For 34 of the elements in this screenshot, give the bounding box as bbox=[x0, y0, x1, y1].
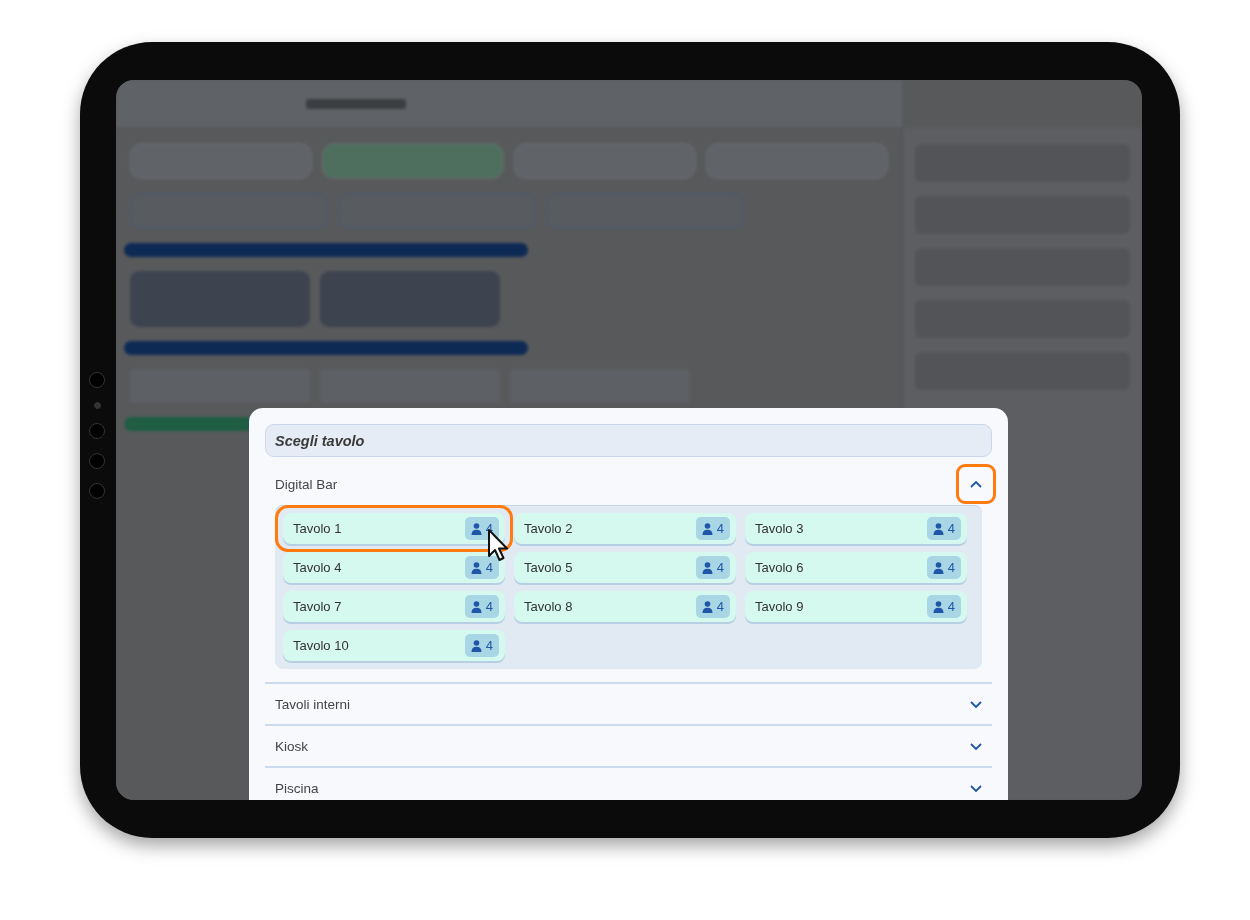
table-button[interactable]: Tavolo 10 4 bbox=[283, 630, 505, 661]
person-icon bbox=[470, 600, 482, 613]
person-icon bbox=[932, 561, 944, 574]
section-label: Tavoli interni bbox=[275, 696, 351, 712]
table-button[interactable]: Tavolo 5 4 bbox=[514, 552, 736, 583]
section-toggle[interactable] bbox=[956, 464, 996, 504]
section-label: Digital Bar bbox=[275, 476, 338, 492]
person-icon bbox=[470, 639, 482, 652]
section-label: Piscina bbox=[275, 780, 319, 796]
person-icon bbox=[470, 561, 482, 574]
person-icon bbox=[470, 522, 482, 535]
table-button[interactable]: Tavolo 6 4 bbox=[745, 552, 967, 583]
person-icon bbox=[932, 600, 944, 613]
person-icon bbox=[701, 522, 713, 535]
table-button[interactable]: Tavolo 9 4 bbox=[745, 591, 967, 622]
person-icon bbox=[932, 522, 944, 535]
seats-badge: 4 bbox=[926, 517, 961, 540]
person-icon bbox=[701, 600, 713, 613]
dialog-title: Scegli tavolo bbox=[265, 424, 992, 457]
person-icon bbox=[701, 561, 713, 574]
table-button[interactable]: Tavolo 2 4 bbox=[514, 513, 736, 544]
seats-badge: 4 bbox=[464, 634, 499, 657]
section-label: Kiosk bbox=[275, 738, 308, 754]
seats-badge: 4 bbox=[464, 556, 499, 579]
seats-badge: 4 bbox=[695, 517, 730, 540]
seats-badge: 4 bbox=[695, 556, 730, 579]
seats-badge: 4 bbox=[464, 595, 499, 618]
table-button[interactable]: Tavolo 8 4 bbox=[514, 591, 736, 622]
seats-badge: 4 bbox=[926, 595, 961, 618]
table-button[interactable]: Tavolo 3 4 bbox=[745, 513, 967, 544]
seats-badge: 4 bbox=[695, 595, 730, 618]
table-button[interactable]: Tavolo 7 4 bbox=[283, 591, 505, 622]
seats-badge: 4 bbox=[926, 556, 961, 579]
table-button[interactable]: Tavolo 4 4 bbox=[283, 552, 505, 583]
